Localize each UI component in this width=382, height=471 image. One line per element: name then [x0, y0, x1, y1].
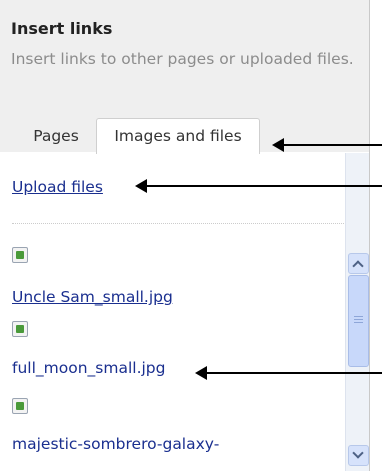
arrow-left-icon [135, 179, 382, 193]
divider [12, 223, 344, 224]
arrow-left-icon [195, 366, 382, 380]
chevron-down-icon[interactable] [348, 445, 369, 466]
file-link-uncle-sam[interactable]: Uncle Sam_small.jpg [12, 288, 173, 306]
panel-title: Insert links [11, 19, 113, 38]
image-file-icon[interactable] [12, 398, 28, 414]
file-link-full-moon[interactable]: full_moon_small.jpg [12, 359, 165, 377]
tab-pages[interactable]: Pages [22, 120, 90, 152]
tab-images-and-files[interactable]: Images and files [96, 118, 260, 154]
vertical-scrollbar[interactable] [345, 153, 369, 471]
image-file-icon[interactable] [12, 321, 28, 337]
panel-description: Insert links to other pages or uploaded … [11, 50, 354, 68]
grip-icon [354, 316, 363, 323]
upload-files-link[interactable]: Upload files [12, 178, 103, 196]
insert-links-panel: Insert links Insert links to other pages… [0, 0, 370, 471]
scrollbar-thumb[interactable] [348, 275, 369, 367]
file-list: Upload files Uncle Sam_small.jpg full_mo… [0, 153, 345, 471]
arrow-left-icon [272, 138, 382, 152]
panel-header: Insert links Insert links to other pages… [0, 0, 369, 154]
image-file-icon[interactable] [12, 247, 28, 263]
file-link-majestic-sombrero[interactable]: majestic-sombrero-galaxy- [12, 435, 219, 453]
chevron-up-icon[interactable] [348, 253, 369, 274]
